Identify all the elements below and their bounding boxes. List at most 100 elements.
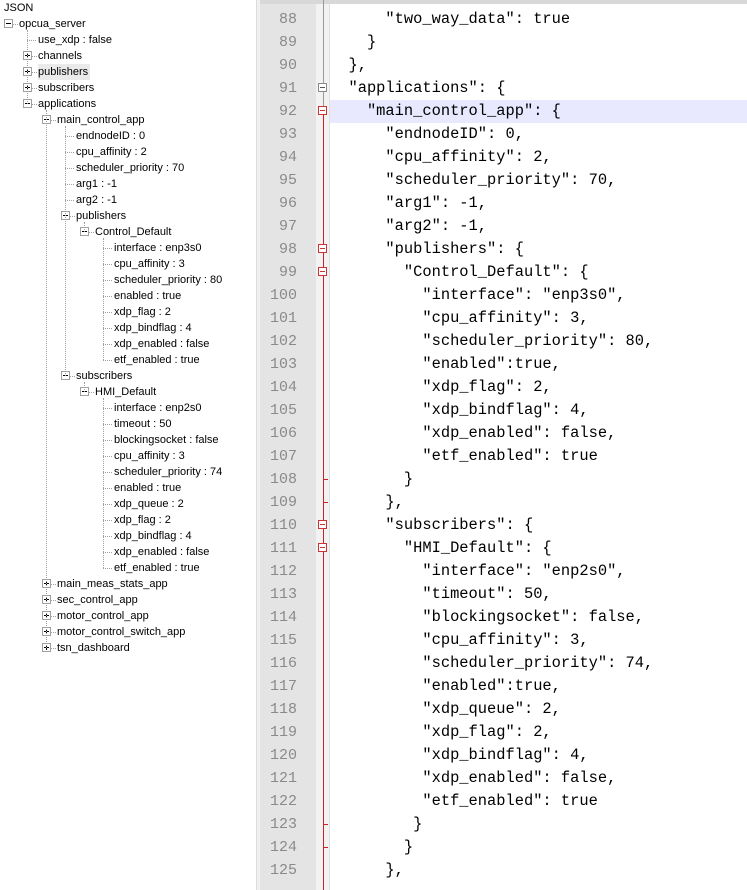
tree-connector (89, 392, 94, 393)
code-line[interactable]: "xdp_flag": 2, (330, 721, 551, 744)
line-number: 109 (269, 494, 297, 511)
tree-node[interactable]: arg1 : -1 (76, 176, 119, 192)
tree-node[interactable]: arg2 : -1 (76, 192, 119, 208)
code-editor[interactable]: 88 89 90 91 92 93 94 95 96 97 98 99 100 101 102 103 104 1… (260, 0, 747, 890)
code-line[interactable]: "xdp_flag": 2, (330, 376, 551, 399)
tree-node[interactable]: scheduler_priority : 74 (114, 464, 224, 480)
line-number: 104 (269, 379, 297, 396)
tree-node[interactable]: use_xdp : false (38, 32, 114, 48)
tree-node[interactable]: interface : enp3s0 (114, 240, 203, 256)
tree-node[interactable]: interface : enp2s0 (114, 400, 203, 416)
code-line[interactable]: "etf_enabled": true (330, 790, 598, 813)
code-line[interactable]: "enabled":true, (330, 353, 561, 376)
tree-node[interactable]: enabled : true (114, 288, 183, 304)
tree-node[interactable]: timeout : 50 (114, 416, 173, 432)
code-line[interactable]: "main_control_app": { (330, 100, 561, 123)
fold-toggle-icon[interactable] (318, 83, 327, 92)
tree-node[interactable]: xdp_enabled : false (114, 336, 211, 352)
code-line[interactable]: "timeout": 50, (330, 583, 551, 606)
tree-node[interactable]: etf_enabled : true (114, 560, 202, 576)
code-line[interactable]: "endnodeID": 0, (330, 123, 524, 146)
tree-node[interactable]: cpu_affinity : 2 (76, 144, 149, 160)
code-line[interactable]: "two_way_data": true (330, 8, 570, 31)
tree-node[interactable]: applications (38, 96, 98, 112)
fold-range-line (323, 253, 324, 267)
code-line[interactable]: "cpu_affinity": 2, (330, 146, 551, 169)
code-line[interactable]: "scheduler_priority": 80, (330, 330, 653, 353)
code-line[interactable]: "xdp_enabled": false, (330, 422, 616, 445)
tree-node[interactable]: motor_control_switch_app (57, 624, 187, 640)
tree-node[interactable]: cpu_affinity : 3 (114, 448, 187, 464)
code-line[interactable]: "arg1": -1, (330, 192, 487, 215)
line-number: 101 (269, 310, 297, 327)
tree-node[interactable]: main_meas_stats_app (57, 576, 170, 592)
tree-node[interactable]: xdp_bindflag : 4 (114, 528, 194, 544)
tree-node[interactable]: sec_control_app (57, 592, 140, 608)
tree-node[interactable]: opcua_server (19, 16, 88, 32)
fold-toggle-icon[interactable] (318, 244, 327, 253)
code-line[interactable]: "scheduler_priority": 70, (330, 169, 616, 192)
code-line[interactable]: "cpu_affinity": 3, (330, 629, 588, 652)
tree-connector (103, 264, 112, 265)
code-line[interactable]: "HMI_Default": { (330, 537, 552, 560)
code-line[interactable]: "interface": "enp3s0", (330, 284, 625, 307)
tree-connector (65, 184, 74, 185)
tree-node[interactable]: etf_enabled : true (114, 352, 202, 368)
fold-toggle-icon[interactable] (318, 267, 327, 276)
tree-node[interactable]: scheduler_priority : 80 (114, 272, 224, 288)
code-line[interactable]: "cpu_affinity": 3, (330, 307, 588, 330)
tree-node[interactable]: main_control_app (57, 112, 146, 128)
code-line[interactable]: "xdp_bindflag": 4, (330, 744, 588, 767)
code-line[interactable]: "applications": { (330, 77, 505, 100)
tree-node[interactable]: xdp_bindflag : 4 (114, 320, 194, 336)
code-line[interactable]: } (330, 836, 413, 859)
tree-node[interactable]: endnodeID : 0 (76, 128, 147, 144)
fold-end-marker (323, 479, 328, 480)
json-tree-panel[interactable]: JSON opcua_server use_xdp : false channels… (0, 0, 256, 890)
tree-connector (32, 72, 37, 73)
tree-node[interactable]: xdp_flag : 2 (114, 304, 173, 320)
tree-node[interactable]: Control_Default (95, 224, 173, 240)
tree-connector (70, 216, 75, 217)
code-line[interactable]: "xdp_enabled": false, (330, 767, 616, 790)
code-line[interactable]: "arg2": -1, (330, 215, 487, 238)
tree-node[interactable]: xdp_enabled : false (114, 544, 211, 560)
line-number: 112 (269, 563, 297, 580)
code-line[interactable]: } (330, 31, 376, 54)
tree-node[interactable]: xdp_queue : 2 (114, 496, 186, 512)
code-line[interactable]: }, (330, 54, 366, 77)
code-line[interactable]: "xdp_bindflag": 4, (330, 399, 588, 422)
tree-node[interactable]: motor_control_app (57, 608, 151, 624)
code-line[interactable]: } (330, 468, 413, 491)
tree-node[interactable]: channels (38, 48, 84, 64)
code-line[interactable]: "subscribers": { (330, 514, 533, 537)
code-line[interactable]: "enabled":true, (330, 675, 561, 698)
tree-node[interactable]: HMI_Default (95, 384, 158, 400)
collapse-icon[interactable] (4, 19, 13, 28)
tree-node[interactable]: enabled : true (114, 480, 183, 496)
code-line[interactable]: "blockingsocket": false, (330, 606, 644, 629)
code-line[interactable]: "interface": "enp2s0", (330, 560, 625, 583)
tree-node[interactable]: xdp_flag : 2 (114, 512, 173, 528)
tree-connector (51, 648, 56, 649)
line-number: 119 (269, 724, 297, 741)
fold-toggle-icon[interactable] (318, 106, 327, 115)
code-line[interactable]: "scheduler_priority": 74, (330, 652, 653, 675)
tree-node[interactable]: cpu_affinity : 3 (114, 256, 187, 272)
tree-node[interactable]: blockingsocket : false (114, 432, 221, 448)
code-line[interactable]: "publishers": { (330, 238, 524, 261)
code-line[interactable]: }, (330, 859, 403, 882)
tree-connector (103, 472, 112, 473)
code-line[interactable]: } (330, 813, 422, 836)
tree-node[interactable]: subscribers (38, 80, 96, 96)
code-line[interactable]: }, (330, 491, 403, 514)
fold-toggle-icon[interactable] (318, 520, 327, 529)
code-line[interactable]: "xdp_queue": 2, (330, 698, 561, 721)
code-line[interactable]: "Control_Default": { (330, 261, 589, 284)
code-line[interactable]: "etf_enabled": true (330, 445, 598, 468)
fold-toggle-icon[interactable] (318, 543, 327, 552)
tree-node[interactable]: publishers (38, 64, 91, 80)
tree-node[interactable]: scheduler_priority : 70 (76, 160, 186, 176)
tree-node[interactable]: tsn_dashboard (57, 640, 132, 656)
tree-guide (103, 238, 104, 360)
